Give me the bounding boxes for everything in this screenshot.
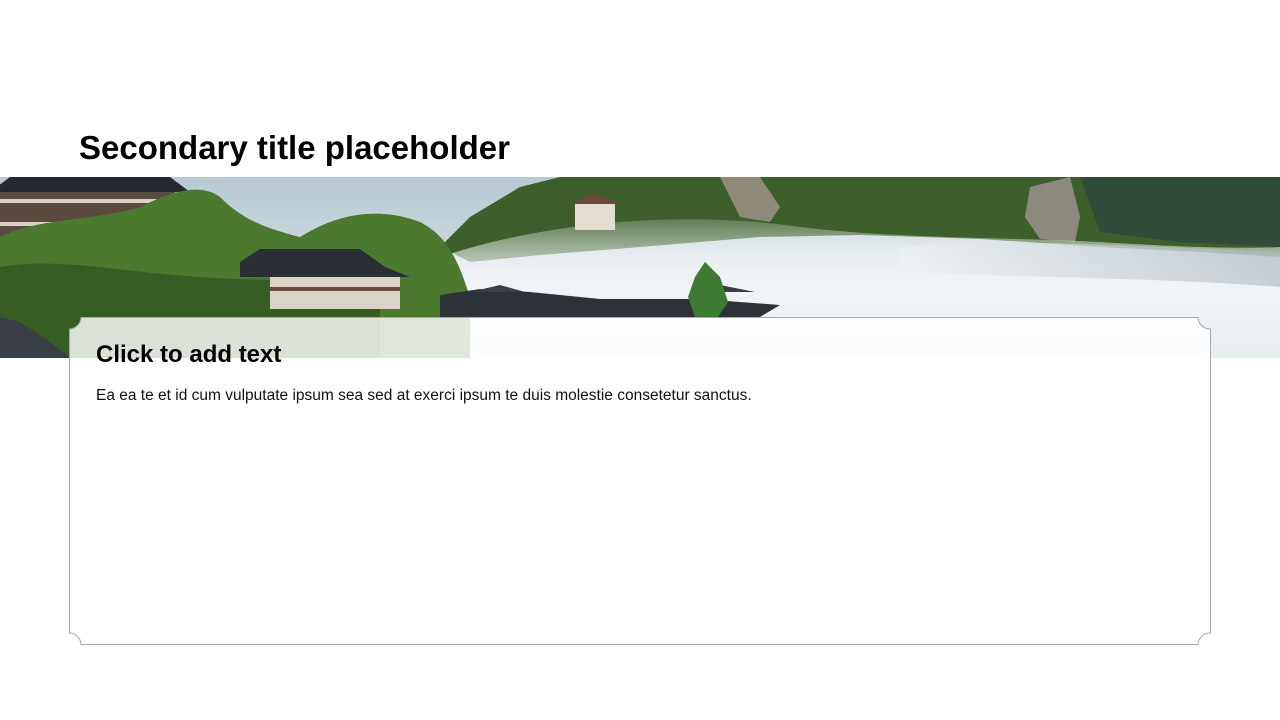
card-heading[interactable]: Click to add text (96, 341, 281, 369)
slide-title[interactable]: Secondary title placeholder (79, 127, 510, 169)
content-card[interactable]: Click to add text Ea ea te et id cum vul… (69, 317, 1211, 645)
slide: Secondary title placeholder Click to add… (0, 0, 1280, 720)
card-body-text[interactable]: Ea ea te et id cum vulputate ipsum sea s… (96, 387, 752, 405)
